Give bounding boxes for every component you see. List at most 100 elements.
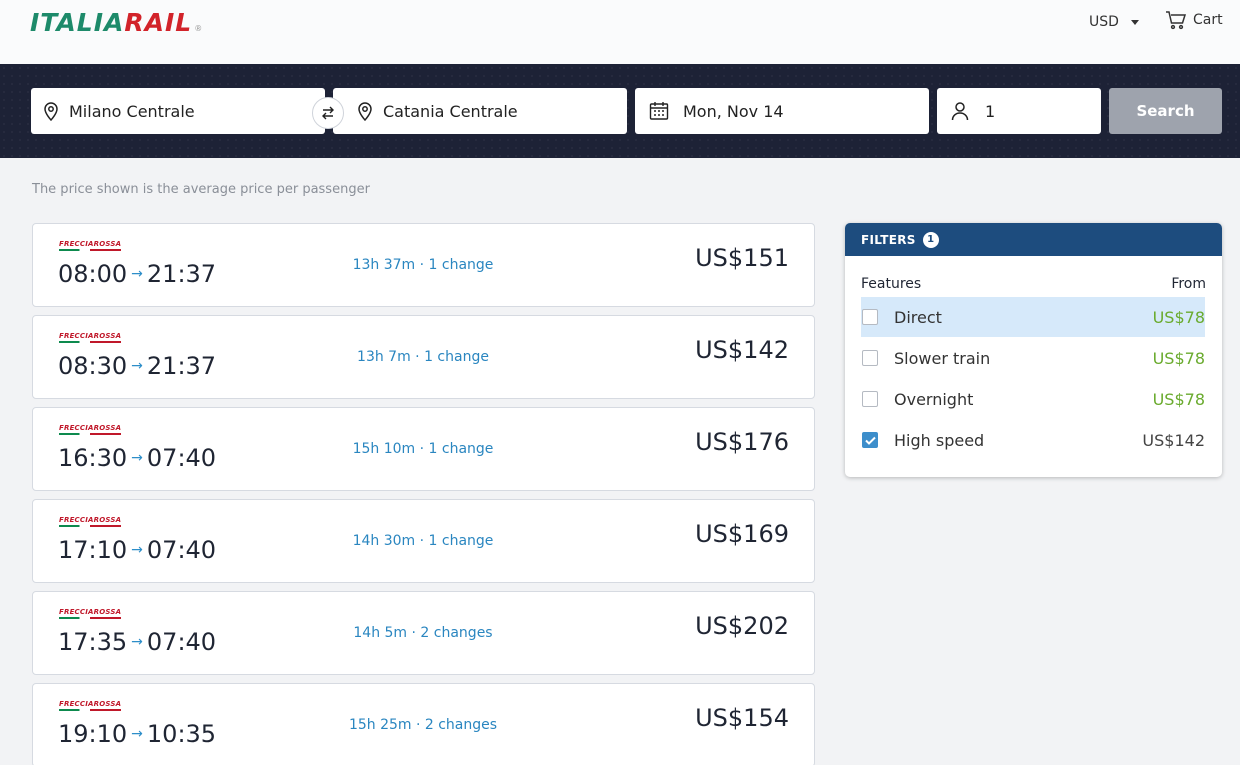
filters-title: FILTERS (861, 232, 916, 247)
trip-price: US$151 (695, 244, 789, 272)
cart-button[interactable]: Cart (1165, 10, 1223, 30)
filters-panel: FILTERS 1 Features From Direct US$78 Slo… (845, 223, 1222, 477)
trip-duration: 14h 30m · 1 change (352, 533, 494, 549)
filter-price: US$78 (1152, 307, 1205, 327)
checkmark-icon (864, 436, 876, 445)
trip-duration: 15h 25m · 2 changes (348, 717, 498, 733)
trip-duration: 13h 37m · 1 change (352, 257, 494, 273)
passengers-field[interactable]: 1 (937, 88, 1101, 134)
result-card[interactable]: FRECCIAROSSA 17:10 → 07:40 14h 30m · 1 c… (32, 499, 815, 583)
departure-time: 08:00 (58, 260, 128, 288)
filter-option-high-speed[interactable]: High speed US$142 (861, 420, 1205, 460)
from-column-label: From (1171, 276, 1206, 292)
trip-times: 17:10 → 07:40 (58, 536, 216, 564)
swap-stations-button[interactable] (312, 97, 344, 129)
frecciarossa-logo: FRECCIAROSSA (59, 608, 121, 619)
results-list: FRECCIAROSSA 08:00 → 21:37 13h 37m · 1 c… (32, 223, 815, 765)
trip-times: 08:30 → 21:37 (58, 352, 216, 380)
features-column-label: Features (861, 276, 922, 292)
result-card[interactable]: FRECCIAROSSA 17:35 → 07:40 14h 5m · 2 ch… (32, 591, 815, 675)
checkbox-checked[interactable] (862, 432, 878, 448)
filter-label: Overnight (894, 389, 974, 409)
arrival-time: 21:37 (146, 352, 217, 380)
location-pin-icon (44, 102, 58, 121)
checkbox[interactable] (862, 350, 878, 366)
arrival-time: 10:35 (146, 720, 217, 748)
arrow-right-icon: → (131, 358, 143, 374)
filters-header[interactable]: FILTERS 1 (845, 223, 1222, 256)
currency-selector[interactable]: USD (1089, 14, 1139, 30)
swap-arrows-icon (322, 106, 334, 120)
departure-time: 17:10 (58, 536, 128, 564)
trip-duration: 15h 10m · 1 change (352, 441, 494, 457)
result-card[interactable]: FRECCIAROSSA 19:10 → 10:35 15h 25m · 2 c… (32, 683, 815, 765)
arrival-time: 07:40 (146, 628, 217, 656)
price-note: The price shown is the average price per… (32, 182, 370, 197)
result-card[interactable]: FRECCIAROSSA 16:30 → 07:40 15h 10m · 1 c… (32, 407, 815, 491)
checkbox[interactable] (862, 309, 878, 325)
filters-count-badge: 1 (922, 231, 939, 248)
checkbox[interactable] (862, 391, 878, 407)
currency-label: USD (1089, 14, 1119, 30)
passengers-value: 1 (985, 101, 996, 121)
filters-column-headers: Features From (861, 276, 1206, 292)
departure-time: 19:10 (58, 720, 128, 748)
top-bar: ITALIA RAIL ® USD Cart (0, 0, 1240, 64)
frecciarossa-logo: FRECCIAROSSA (59, 516, 121, 527)
destination-value: Catania Centrale (383, 101, 518, 121)
logo-text-italia: ITALIA (30, 8, 125, 37)
frecciarossa-logo: FRECCIAROSSA (59, 700, 121, 711)
arrival-time: 07:40 (146, 444, 217, 472)
filter-label: Slower train (894, 348, 991, 368)
destination-field[interactable]: Catania Centrale (333, 88, 627, 134)
trip-price: US$169 (695, 520, 789, 548)
origin-value: Milano Centrale (69, 101, 195, 121)
trip-price: US$142 (695, 336, 789, 364)
trip-price: US$154 (695, 704, 789, 732)
result-card[interactable]: FRECCIAROSSA 08:00 → 21:37 13h 37m · 1 c… (32, 223, 815, 307)
frecciarossa-logo: FRECCIAROSSA (59, 424, 121, 435)
arrow-right-icon: → (131, 542, 143, 558)
trip-times: 17:35 → 07:40 (58, 628, 216, 656)
search-bar: Milano Centrale Catania Centrale Mon, No… (0, 64, 1240, 158)
trip-duration: 14h 5m · 2 changes (353, 625, 493, 641)
filter-option-slower-train[interactable]: Slower train US$78 (861, 338, 1205, 378)
trip-times: 19:10 → 10:35 (58, 720, 216, 748)
person-icon (951, 102, 969, 121)
filter-label: High speed (894, 430, 985, 450)
arrow-right-icon: → (131, 634, 143, 650)
italiarail-logo[interactable]: ITALIA RAIL ® (30, 8, 203, 37)
logo-text-rail: RAIL (124, 8, 193, 37)
date-value: Mon, Nov 14 (683, 101, 784, 121)
departure-time: 08:30 (58, 352, 128, 380)
arrival-time: 07:40 (146, 536, 217, 564)
filter-price: US$142 (1142, 430, 1205, 450)
trip-price: US$176 (695, 428, 789, 456)
trip-times: 16:30 → 07:40 (58, 444, 216, 472)
arrow-right-icon: → (131, 726, 143, 742)
arrow-right-icon: → (131, 266, 143, 282)
search-button[interactable]: Search (1109, 88, 1222, 134)
cart-icon (1166, 11, 1187, 30)
location-pin-icon (358, 102, 372, 121)
trip-times: 08:00 → 21:37 (58, 260, 216, 288)
departure-time: 17:35 (58, 628, 128, 656)
result-card[interactable]: FRECCIAROSSA 08:30 → 21:37 13h 7m · 1 ch… (32, 315, 815, 399)
logo-registered-mark: ® (194, 24, 204, 33)
filter-price: US$78 (1152, 389, 1205, 409)
origin-field[interactable]: Milano Centrale (31, 88, 325, 134)
trip-duration: 13h 7m · 1 change (357, 349, 489, 365)
departure-time: 16:30 (58, 444, 128, 472)
frecciarossa-logo: FRECCIAROSSA (59, 240, 121, 251)
filter-label: Direct (894, 307, 942, 327)
filter-option-direct[interactable]: Direct US$78 (861, 297, 1205, 337)
trip-price: US$202 (695, 612, 789, 640)
filter-price: US$78 (1152, 348, 1205, 368)
chevron-down-icon (1130, 19, 1139, 25)
date-field[interactable]: Mon, Nov 14 (635, 88, 929, 134)
cart-label: Cart (1193, 12, 1223, 28)
filter-option-overnight[interactable]: Overnight US$78 (861, 379, 1205, 419)
frecciarossa-logo: FRECCIAROSSA (59, 332, 121, 343)
arrow-right-icon: → (131, 450, 143, 466)
calendar-icon (649, 102, 669, 120)
